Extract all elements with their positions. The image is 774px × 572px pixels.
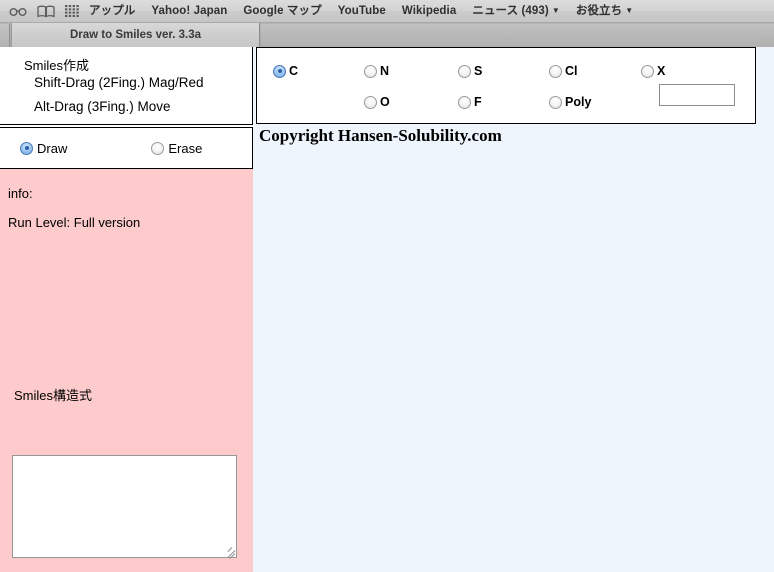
atom-option-c[interactable]: C <box>273 64 298 78</box>
atom-option-s[interactable]: S <box>458 64 482 78</box>
atom-option-cl-label: Cl <box>565 64 578 78</box>
radio-atom-x[interactable] <box>641 64 654 78</box>
help-panel-title: Smiles作成 <box>24 58 90 73</box>
bookmark-youtube[interactable]: YouTube <box>338 0 386 22</box>
page-content: Smiles作成 Shift-Drag (2Fing.) Mag/Red Alt… <box>0 47 774 572</box>
atom-option-poly[interactable]: Poly <box>549 95 591 109</box>
drawing-canvas[interactable] <box>253 152 774 572</box>
copyright-text: Copyright Hansen-Solubility.com <box>259 126 502 145</box>
mode-option-erase-label: Erase <box>168 140 203 156</box>
radio-atom-o[interactable] <box>364 95 377 109</box>
chevron-down-icon: ▼ <box>625 6 634 15</box>
chevron-down-icon: ▼ <box>551 6 560 15</box>
atom-option-c-label: C <box>289 64 299 78</box>
help-shortcut-move: Alt-Drag (3Fing.) Move <box>34 99 171 114</box>
bookmark-folder-news[interactable]: ニュース (493) ▼ <box>472 0 560 22</box>
atom-selector-panel: C N S Cl X O F Poly <box>256 47 756 124</box>
atom-option-f-label: F <box>474 95 482 109</box>
tab-strip-right-area[interactable] <box>261 24 774 47</box>
bookmark-label: ニュース (493) <box>472 5 549 17</box>
help-shortcut-magnify: Shift-Drag (2Fing.) Mag/Red <box>34 75 204 90</box>
atom-option-f[interactable]: F <box>458 95 482 109</box>
bookmark-label: Yahoo! Japan <box>151 5 228 17</box>
atom-option-o-label: O <box>380 95 390 109</box>
radio-draw[interactable] <box>20 141 33 155</box>
bookmark-apple[interactable]: アップル <box>89 0 135 22</box>
info-panel: info: Run Level: Full version Smiles構造式 … <box>0 169 253 572</box>
atom-option-n[interactable]: N <box>364 64 389 78</box>
atom-option-s-label: S <box>474 64 483 78</box>
atom-option-o[interactable]: O <box>364 95 390 109</box>
radio-atom-poly[interactable] <box>549 95 562 109</box>
bookmark-label: YouTube <box>337 5 386 17</box>
bookmark-label: Wikipedia <box>401 5 457 17</box>
custom-atom-input[interactable] <box>659 84 735 106</box>
smiles-structure-label: Smiles構造式 <box>14 388 93 403</box>
smiles-structure-input[interactable] <box>12 455 237 558</box>
grid-topsites-icon[interactable] <box>65 0 79 22</box>
help-panel: Smiles作成 Shift-Drag (2Fing.) Mag/Red Alt… <box>0 47 253 125</box>
bookmark-label: お役立ち <box>575 5 623 17</box>
bookmark-label: アップル <box>89 5 136 17</box>
tab-title: Draw to Smiles ver. 3.3a <box>69 29 202 41</box>
radio-atom-c[interactable] <box>273 64 286 78</box>
info-label: info: <box>8 186 33 201</box>
info-run-level: Run Level: Full version <box>8 215 141 230</box>
tab-draw-to-smiles[interactable]: Draw to Smiles ver. 3.3a <box>11 23 260 47</box>
bookmark-label: Google マップ <box>243 5 322 17</box>
left-column: Smiles作成 Shift-Drag (2Fing.) Mag/Red Alt… <box>0 47 253 572</box>
atom-option-x[interactable]: X <box>641 64 665 78</box>
radio-atom-n[interactable] <box>364 64 377 78</box>
mode-panel: Draw Erase <box>0 127 253 169</box>
atom-option-cl[interactable]: Cl <box>549 64 578 78</box>
tab-strip: Draw to Smiles ver. 3.3a <box>0 23 774 47</box>
reader-glasses-icon[interactable] <box>9 0 27 22</box>
radio-atom-s[interactable] <box>458 64 471 78</box>
radio-atom-f[interactable] <box>458 95 471 109</box>
radio-erase[interactable] <box>151 141 165 155</box>
bookmarks-bar: アップル Yahoo! Japan Google マップ YouTube Wik… <box>0 0 774 23</box>
bookmark-google-maps[interactable]: Google マップ <box>243 0 321 22</box>
bookmark-yahoo-japan[interactable]: Yahoo! Japan <box>151 0 227 22</box>
mode-option-draw[interactable]: Draw <box>20 141 67 156</box>
bookmark-folder-useful[interactable]: お役立ち ▼ <box>576 0 633 22</box>
mode-option-erase[interactable]: Erase <box>151 141 202 156</box>
mode-option-draw-label: Draw <box>37 140 68 156</box>
browser-chrome: アップル Yahoo! Japan Google マップ YouTube Wik… <box>0 0 774 47</box>
atom-option-n-label: N <box>380 64 390 78</box>
tab-strip-left-edge <box>0 24 10 47</box>
main-area: C N S Cl X O F Poly Copyright Hansen-Sol… <box>253 47 774 572</box>
atom-option-x-label: X <box>657 64 666 78</box>
atom-option-poly-label: Poly <box>565 95 592 109</box>
bookmark-wikipedia[interactable]: Wikipedia <box>402 0 456 22</box>
book-bookmarks-icon[interactable] <box>37 0 55 22</box>
radio-atom-cl[interactable] <box>549 64 562 78</box>
